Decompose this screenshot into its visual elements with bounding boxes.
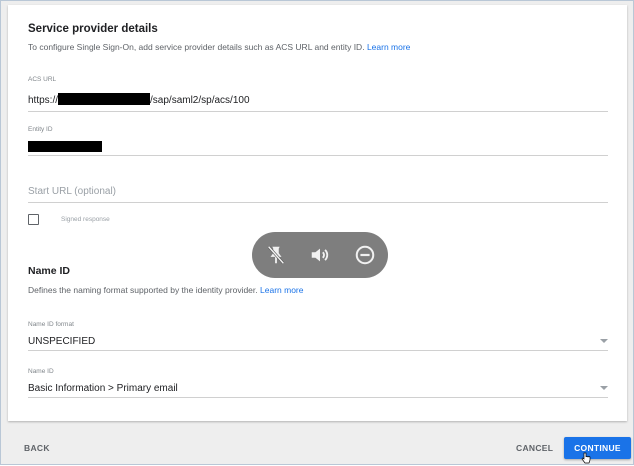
redacted-block [28, 141, 102, 152]
start-url-placeholder: Start URL (optional) [28, 186, 116, 197]
signed-response-label: Signed response [61, 216, 110, 223]
name-id-format-select[interactable]: Name ID format UNSPECIFIED [28, 321, 608, 351]
entity-id-field[interactable]: Entity ID [28, 126, 608, 156]
cancel-button[interactable]: CANCEL [516, 443, 553, 453]
unpin-icon[interactable] [265, 244, 287, 266]
section-description-name-id: Defines the naming format supported by t… [28, 285, 304, 295]
name-id-value: Basic Information > Primary email [28, 383, 178, 394]
media-control-overlay [252, 232, 388, 278]
acs-url-value: https:///sap/saml2/sp/acs/100 [28, 93, 250, 106]
name-id-label: Name ID [28, 368, 54, 375]
section-description-service-provider: To configure Single Sign-On, add service… [28, 42, 411, 52]
name-id-format-label: Name ID format [28, 321, 74, 328]
chevron-down-icon [600, 339, 608, 343]
learn-more-link-sp[interactable]: Learn more [367, 42, 410, 52]
back-button[interactable]: BACK [24, 443, 50, 453]
footer-bar: BACK CANCEL CONTINUE [1, 426, 634, 466]
name-id-format-value: UNSPECIFIED [28, 336, 96, 347]
signed-response-checkbox[interactable] [28, 214, 39, 225]
continue-button[interactable]: CONTINUE [564, 437, 631, 459]
start-url-field[interactable]: Start URL (optional) [28, 185, 608, 203]
settings-card: Service provider details To configure Si… [8, 5, 627, 421]
learn-more-link-name-id[interactable]: Learn more [260, 285, 303, 295]
entity-id-value [28, 141, 102, 153]
section-title-name-id: Name ID [28, 265, 71, 277]
hand-cursor-icon [581, 452, 591, 464]
acs-url-label: ACS URL [28, 76, 57, 83]
acs-url-field[interactable]: ACS URL https:///sap/saml2/sp/acs/100 [28, 76, 608, 112]
volume-icon[interactable] [309, 244, 331, 266]
chevron-down-icon [600, 386, 608, 390]
section-title-service-provider: Service provider details [28, 23, 158, 35]
name-id-select[interactable]: Name ID Basic Information > Primary emai… [28, 368, 608, 398]
entity-id-label: Entity ID [28, 126, 53, 133]
redacted-block [58, 93, 151, 105]
minus-circle-icon[interactable] [354, 244, 376, 266]
page-frame: Service provider details To configure Si… [0, 0, 634, 465]
